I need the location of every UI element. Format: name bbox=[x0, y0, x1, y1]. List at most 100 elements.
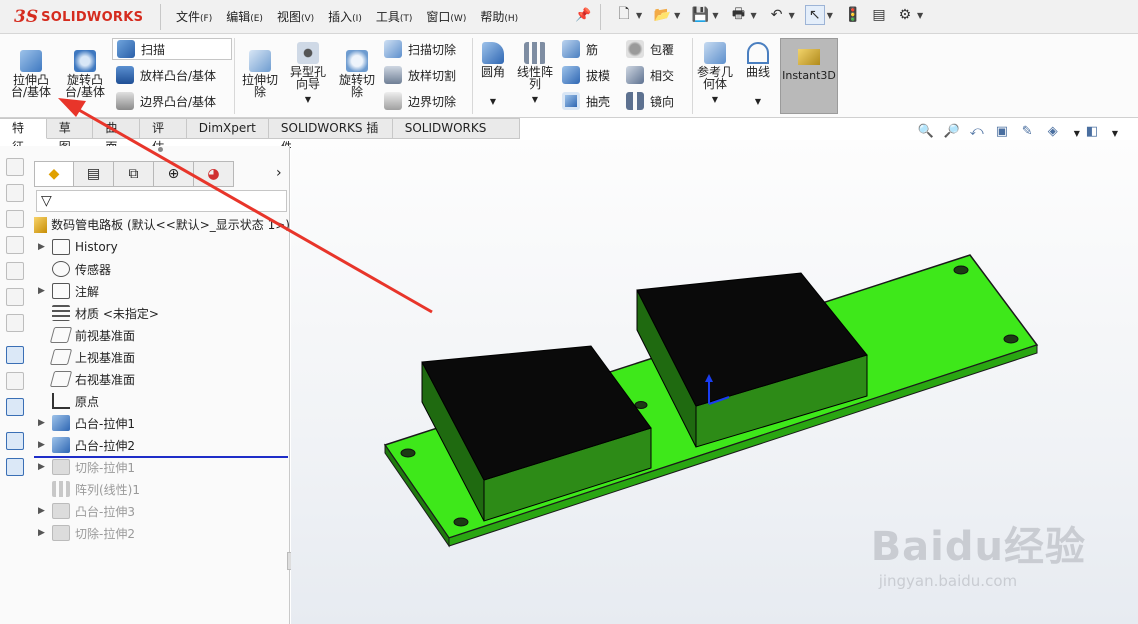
save-icon[interactable]: 💾 bbox=[690, 5, 710, 25]
chevron-down-icon[interactable]: ▼ bbox=[789, 11, 795, 20]
rib-button[interactable]: 筋 bbox=[562, 40, 598, 58]
tree-item-history[interactable]: ▶ History bbox=[38, 236, 118, 258]
menu-edit[interactable]: 编辑(E) bbox=[226, 8, 263, 25]
menu-insert[interactable]: 插入(I) bbox=[328, 8, 362, 25]
tab-surfaces[interactable]: 曲面 bbox=[93, 118, 141, 154]
chevron-down-icon[interactable]: ▼ bbox=[286, 94, 330, 106]
filter-box[interactable]: ▽ bbox=[36, 190, 287, 212]
chevron-down-icon[interactable]: ▼ bbox=[740, 96, 776, 108]
intersect-button[interactable]: 相交 bbox=[626, 66, 674, 84]
wrap-button[interactable]: 包覆 bbox=[626, 40, 674, 58]
chevron-down-icon[interactable]: ▼ bbox=[827, 11, 833, 20]
property-manager-tab[interactable]: ▤ bbox=[74, 161, 114, 187]
tab-sketch[interactable]: 草图 bbox=[46, 118, 94, 154]
expand-arrow-icon[interactable]: ▶ bbox=[38, 528, 52, 538]
menu-tools[interactable]: 工具(T) bbox=[376, 8, 413, 25]
curves-button[interactable]: 曲线 ▼ bbox=[740, 42, 776, 108]
select-cursor-icon[interactable]: ↖ bbox=[804, 5, 825, 25]
expand-arrow-icon[interactable]: ▶ bbox=[38, 418, 52, 428]
hole-wizard-button[interactable]: 异型孔向导 ▼ bbox=[286, 42, 330, 106]
copy-icon[interactable] bbox=[6, 432, 24, 450]
tree-item-origin[interactable]: 原点 bbox=[38, 390, 99, 412]
dimxpert-manager-tab[interactable]: ⊕ bbox=[154, 161, 194, 187]
reference-geometry-button[interactable]: 参考几何体 ▼ bbox=[694, 42, 736, 106]
boundary-cut-button[interactable]: 边界切除 bbox=[384, 92, 456, 110]
open-folder-icon[interactable]: 📂 bbox=[652, 5, 672, 25]
fillet-button[interactable]: 圆角 ▼ bbox=[476, 42, 510, 108]
dynamic-annotation-icon[interactable]: ✎ bbox=[1022, 124, 1042, 142]
view-orientation-icon[interactable]: ◈ bbox=[1048, 124, 1068, 142]
chevron-down-icon[interactable]: ▼ bbox=[674, 11, 680, 20]
sweep-cut-button[interactable]: 扫描切除 bbox=[384, 40, 456, 58]
boundary-boss-button[interactable]: 边界凸台/基体 bbox=[116, 92, 216, 110]
chevron-down-icon[interactable]: ▼ bbox=[917, 11, 923, 20]
tree-item-right-plane[interactable]: 右视基准面 bbox=[38, 368, 135, 390]
tab-features[interactable]: 特征 bbox=[0, 118, 47, 154]
chevron-down-icon[interactable]: ▼ bbox=[476, 96, 510, 108]
tree-item-sensors[interactable]: 传感器 bbox=[38, 258, 111, 280]
loft-boss-button[interactable]: 放样凸台/基体 bbox=[116, 66, 216, 84]
chevron-right-icon[interactable]: › bbox=[276, 165, 282, 181]
menu-file[interactable]: 文件(F) bbox=[176, 8, 212, 25]
revolve-boss-button[interactable]: 旋转凸台/基体 bbox=[60, 50, 110, 98]
tool-icon[interactable] bbox=[6, 372, 24, 390]
display-icon[interactable] bbox=[6, 398, 24, 416]
tree-item-material[interactable]: 材质 <未指定> bbox=[38, 302, 159, 324]
new-document-icon[interactable]: 🗋 bbox=[614, 5, 634, 25]
draft-button[interactable]: 拔模 bbox=[562, 66, 610, 84]
options-list-icon[interactable]: ▤ bbox=[869, 5, 889, 25]
expand-arrow-icon[interactable]: ▶ bbox=[38, 242, 52, 252]
view-icon[interactable] bbox=[6, 184, 24, 202]
view-icon[interactable] bbox=[6, 158, 24, 176]
tree-item-cut-extrude1[interactable]: ▶ 切除-拉伸1 bbox=[38, 456, 135, 478]
view-icon[interactable] bbox=[6, 314, 24, 332]
gear-icon[interactable]: ⚙ bbox=[895, 5, 915, 25]
display-style-icon[interactable]: ◧ bbox=[1086, 124, 1106, 142]
feature-manager-tab[interactable]: ◆ bbox=[34, 161, 74, 187]
mirror-button[interactable]: 镜向 bbox=[626, 92, 674, 110]
extrude-cut-button[interactable]: 拉伸切除 bbox=[238, 50, 282, 98]
expand-arrow-icon[interactable]: ▶ bbox=[38, 506, 52, 516]
tree-item-cut-extrude2[interactable]: ▶ 切除-拉伸2 bbox=[38, 522, 135, 544]
chevron-down-icon[interactable]: ▼ bbox=[636, 11, 642, 20]
view-icon[interactable] bbox=[6, 288, 24, 306]
paste-icon[interactable] bbox=[6, 458, 24, 476]
tab-dimxpert[interactable]: DimXpert bbox=[186, 118, 269, 139]
shell-button[interactable]: 抽壳 bbox=[562, 92, 610, 110]
configuration-manager-tab[interactable]: ⧉ bbox=[114, 161, 154, 187]
loft-cut-button[interactable]: 放样切割 bbox=[384, 66, 456, 84]
undo-icon[interactable]: ↶ bbox=[767, 5, 787, 25]
tab-addins[interactable]: SOLIDWORKS 插件 bbox=[268, 118, 393, 154]
traffic-light-icon[interactable]: 🚦 bbox=[843, 5, 863, 25]
tree-item-linear-pattern1[interactable]: 阵列(线性)1 bbox=[38, 478, 140, 500]
chevron-down-icon[interactable]: ▼ bbox=[694, 94, 736, 106]
select-icon[interactable] bbox=[6, 346, 24, 364]
extrude-boss-button[interactable]: 拉伸凸台/基体 bbox=[6, 50, 56, 98]
splitter-handle[interactable] bbox=[158, 147, 163, 152]
chevron-down-icon[interactable]: ▼ bbox=[514, 94, 556, 106]
sweep-button[interactable]: 扫描 bbox=[112, 38, 232, 60]
tree-item-front-plane[interactable]: 前视基准面 bbox=[38, 324, 135, 346]
pin-icon[interactable]: 📌 bbox=[575, 8, 591, 23]
chevron-down-icon[interactable]: ▼ bbox=[750, 11, 756, 20]
menu-help[interactable]: 帮助(H) bbox=[480, 8, 518, 25]
view-icon[interactable] bbox=[6, 210, 24, 228]
tree-item-boss-extrude3[interactable]: ▶ 凸台-拉伸3 bbox=[38, 500, 135, 522]
chevron-down-icon[interactable]: ▼ bbox=[1112, 129, 1118, 138]
rollback-bar[interactable] bbox=[34, 456, 288, 458]
revolve-cut-button[interactable]: 旋转切除 bbox=[334, 50, 380, 98]
tree-item-boss-extrude2[interactable]: ▶ 凸台-拉伸2 bbox=[38, 434, 135, 456]
previous-view-icon[interactable]: ⤺ bbox=[970, 124, 990, 142]
section-view-icon[interactable]: ▣ bbox=[996, 124, 1016, 142]
chevron-down-icon[interactable]: ▼ bbox=[1074, 129, 1080, 138]
tree-item-annotations[interactable]: ▶ 注解 bbox=[38, 280, 99, 302]
expand-arrow-icon[interactable]: ▶ bbox=[38, 462, 52, 472]
zoom-to-area-icon[interactable]: 🔎 bbox=[944, 124, 964, 142]
print-icon[interactable]: 🖶 bbox=[728, 5, 748, 25]
view-icon[interactable] bbox=[6, 262, 24, 280]
menu-window[interactable]: 窗口(W) bbox=[426, 8, 466, 25]
graphics-viewport[interactable]: Baidu经验 jingyan.baidu.com bbox=[291, 140, 1138, 624]
tab-mbd[interactable]: SOLIDWORKS MBD bbox=[392, 118, 521, 154]
menu-view[interactable]: 视图(V) bbox=[277, 8, 314, 25]
expand-arrow-icon[interactable]: ▶ bbox=[38, 440, 52, 450]
